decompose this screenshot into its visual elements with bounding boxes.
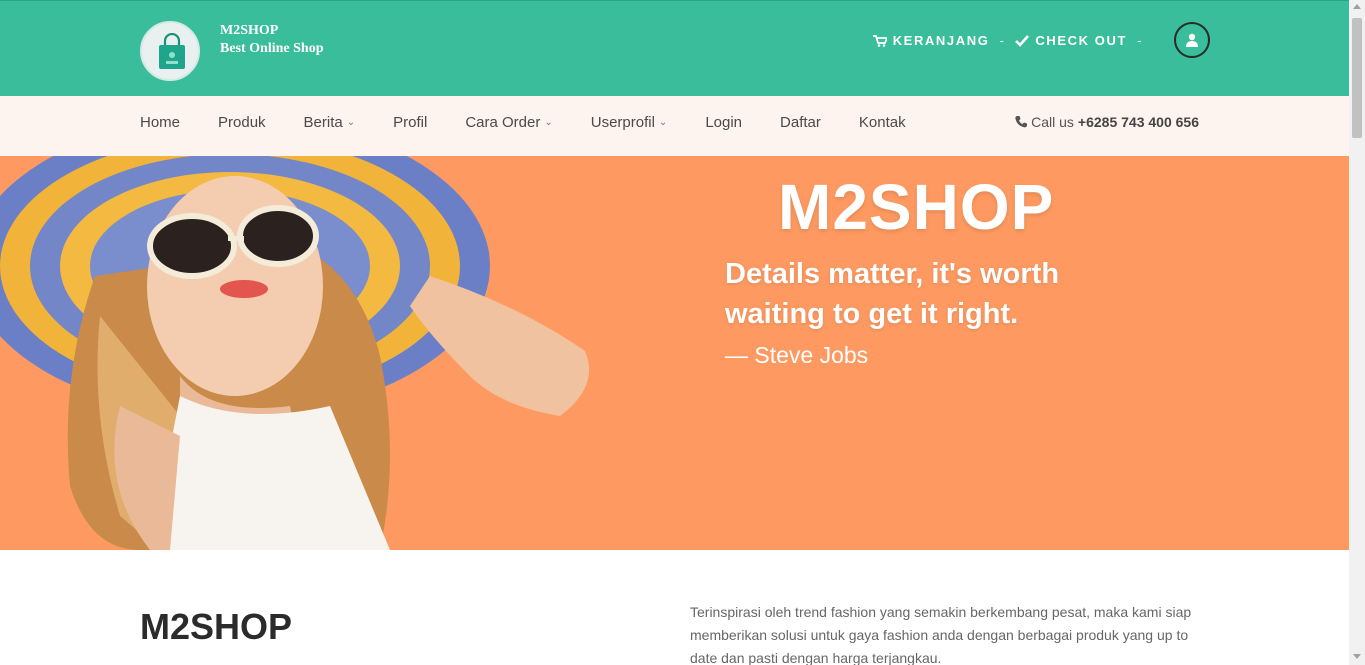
checkout-label: CHECK OUT (1035, 33, 1128, 48)
chevron-down-icon: ⌄ (658, 117, 668, 128)
cart-icon (872, 34, 887, 47)
about-text: Terinspirasi oleh trend fashion yang sem… (690, 604, 1192, 665)
scroll-down-arrow-icon[interactable] (1353, 654, 1361, 659)
nav-item-daftar[interactable]: Daftar (780, 114, 821, 131)
nav-label: Profil (393, 114, 428, 131)
nav-item-produk[interactable]: Produk (218, 114, 266, 131)
nav-label: Home (140, 114, 181, 131)
hero-title: M2SHOP (778, 171, 1055, 243)
brand-tagline: Best Online Shop (220, 41, 324, 56)
nav-item-cara-order[interactable]: Cara Order ⌄ (465, 114, 552, 131)
hero-quote-author: — Steve Jobs (725, 342, 869, 368)
main-navbar: Home Produk Berita ⌄ Profil Cara Order ⌄ U… (0, 96, 1349, 156)
scroll-up-arrow-icon[interactable] (1353, 4, 1361, 9)
nav-item-home[interactable]: Home (140, 114, 180, 131)
scrollbar-thumb[interactable] (1352, 18, 1362, 138)
nav-label: Cara Order (465, 114, 541, 131)
call-number: +6285 743 400 656 (1077, 114, 1199, 130)
site-logo[interactable] (140, 21, 200, 81)
call-label: Call us (1031, 114, 1074, 130)
separator: - (1137, 33, 1143, 48)
hero-quote: Details matter, it's worth waiting to ge… (725, 258, 1060, 330)
nav-label: Kontak (858, 114, 906, 131)
nav-label: Daftar (780, 114, 821, 131)
nav-label: Produk (218, 114, 266, 131)
phone-icon (1015, 116, 1028, 128)
shopping-bag-icon (159, 33, 185, 69)
user-account-button[interactable] (1174, 22, 1210, 58)
nav-label: Login (705, 114, 743, 131)
hero-banner: M2SHOP Details matter, it's worth waitin… (0, 156, 1349, 550)
chevron-down-icon: ⌄ (544, 117, 553, 128)
main-nav: Home Produk Berita ⌄ Profil Cara Order ⌄ U… (140, 114, 906, 131)
nav-item-kontak[interactable]: Kontak (859, 114, 906, 131)
brand[interactable]: M2SHOP Best Online Shop (220, 22, 323, 58)
nav-label: Berita (303, 114, 343, 131)
nav-item-login[interactable]: Login (705, 114, 742, 131)
top-header: M2SHOP Best Online Shop KERANJANG - CHEC… (0, 0, 1349, 96)
page-scrollbar[interactable] (1349, 0, 1365, 665)
nav-item-berita[interactable]: Berita ⌄ (304, 114, 356, 131)
cart-label: KERANJANG (892, 33, 990, 48)
checkout-link[interactable]: CHECK OUT (1015, 33, 1127, 48)
brand-name: M2SHOP (220, 23, 279, 38)
about-title: M2SHOP (140, 606, 293, 647)
cart-link[interactable]: KERANJANG (872, 33, 990, 48)
call-us: Call us +6285 743 400 656 (1015, 114, 1199, 130)
user-icon (1186, 33, 1198, 47)
chevron-down-icon: ⌄ (346, 117, 356, 128)
hero-model-image (0, 156, 590, 550)
nav-label: Userprofil (590, 114, 655, 131)
nav-item-profil[interactable]: Profil (393, 114, 427, 131)
nav-item-userprofil[interactable]: Userprofil ⌄ (591, 114, 668, 131)
separator: - (999, 33, 1006, 48)
top-actions: KERANJANG - CHECK OUT - (872, 33, 1153, 48)
check-icon (1015, 34, 1030, 47)
